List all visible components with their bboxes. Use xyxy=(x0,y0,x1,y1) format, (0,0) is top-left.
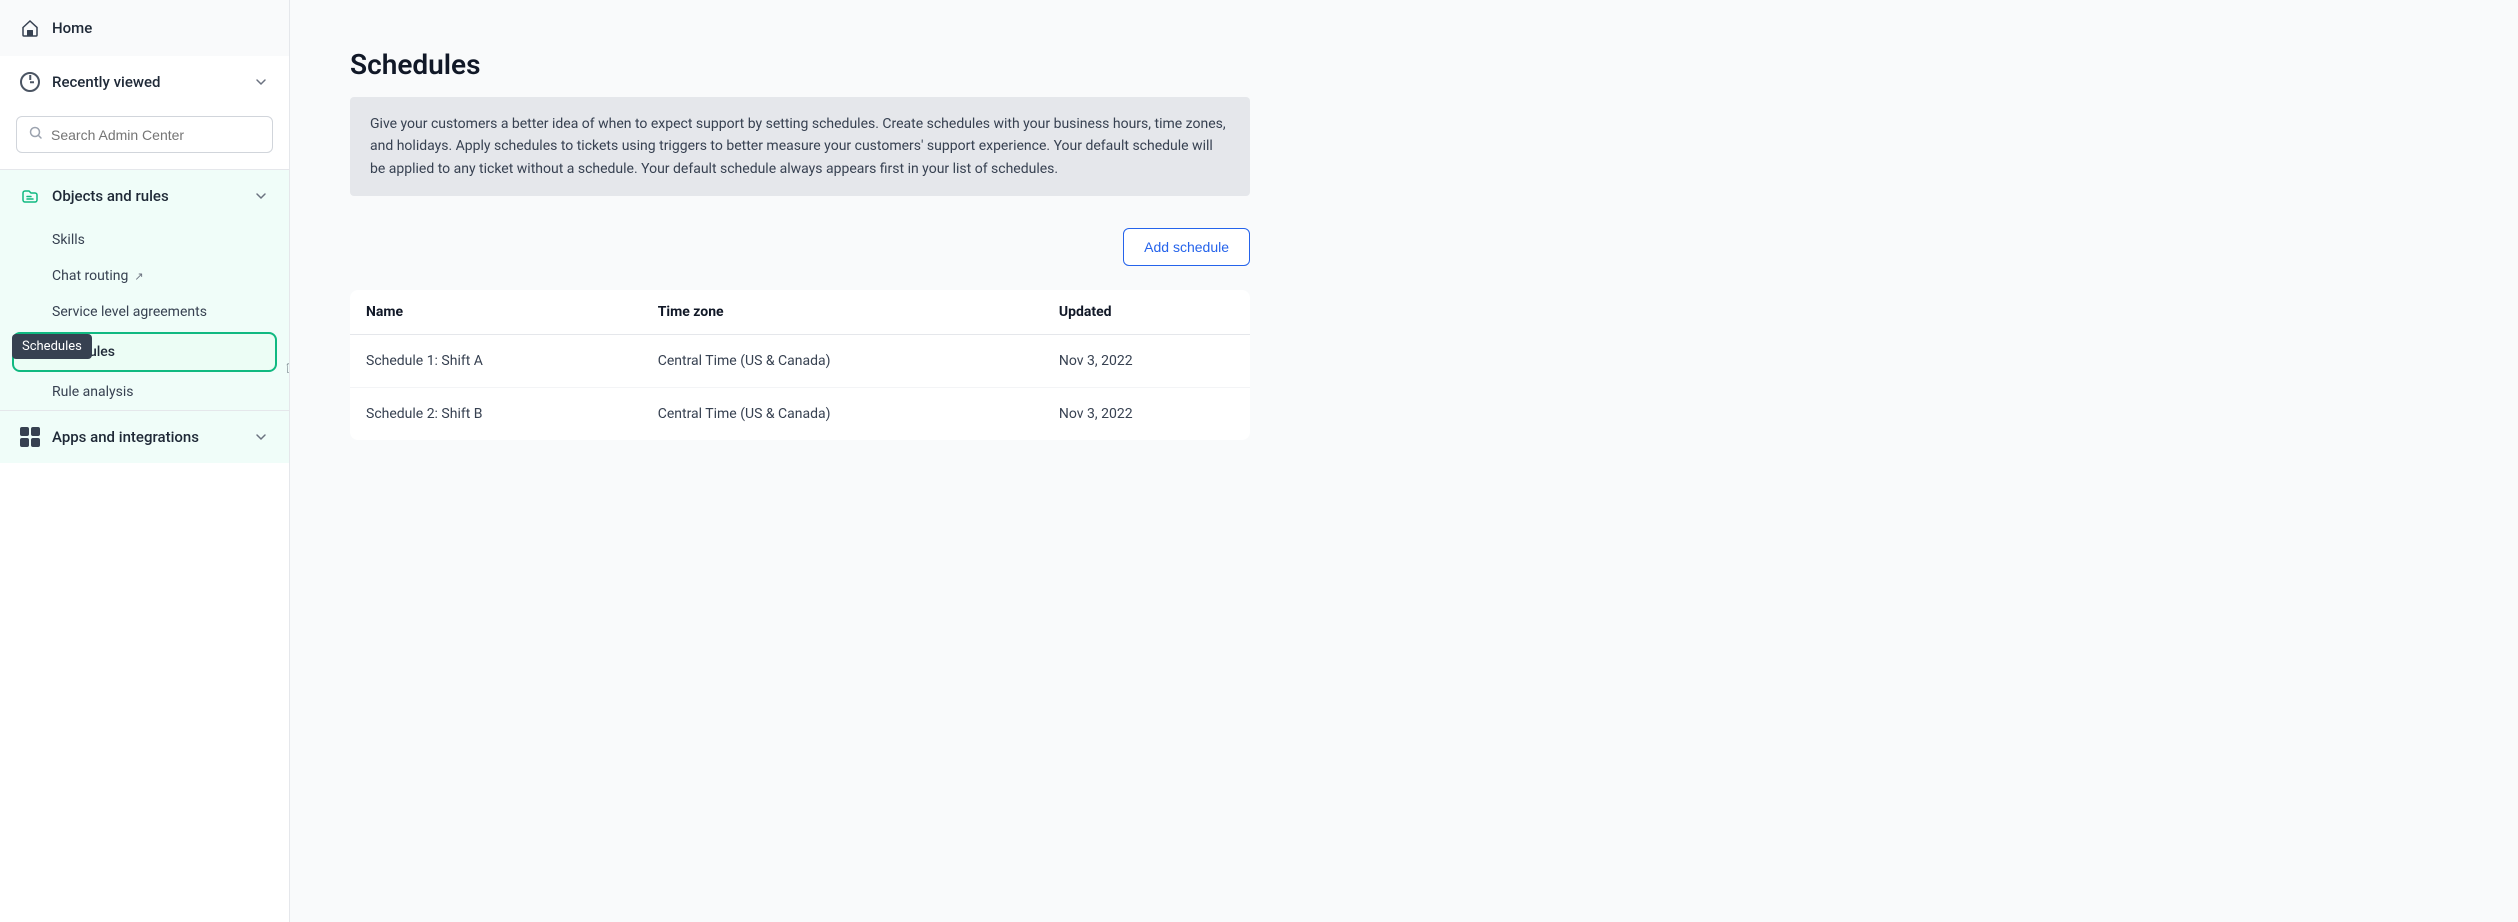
add-schedule-button[interactable]: Add schedule xyxy=(1123,228,1250,266)
service-level-label: Service level agreements xyxy=(52,304,207,320)
sidebar-item-skills[interactable]: Skills xyxy=(0,222,289,258)
apps-integrations-label: Apps and integrations xyxy=(52,428,199,446)
apps-icon xyxy=(20,427,40,447)
search-icon xyxy=(29,125,43,144)
objects-rules-label: Objects and rules xyxy=(52,187,169,205)
sidebar-item-rule-analysis[interactable]: Rule analysis xyxy=(0,374,289,410)
home-icon xyxy=(20,18,40,38)
main-content: Schedules Give your customers a better i… xyxy=(290,0,2518,922)
rule-analysis-label: Rule analysis xyxy=(52,384,134,400)
col-updated: Updated xyxy=(1043,290,1250,335)
schedules-tooltip: Schedules xyxy=(12,334,92,359)
search-box[interactable] xyxy=(16,116,273,153)
search-input[interactable] xyxy=(51,127,260,143)
sidebar-item-chat-routing[interactable]: Chat routing ↗ xyxy=(0,258,289,294)
toolbar: Add schedule xyxy=(350,228,1250,266)
cell-updated: Nov 3, 2022 xyxy=(1043,335,1250,388)
objects-rules-icon xyxy=(20,186,40,206)
objects-chevron-icon xyxy=(253,188,269,204)
page-title: Schedules xyxy=(350,48,2458,81)
page-description: Give your customers a better idea of whe… xyxy=(350,97,1250,196)
skills-label: Skills xyxy=(52,232,85,248)
sidebar-item-service-level[interactable]: Service level agreements xyxy=(0,294,289,330)
chat-routing-label: Chat routing xyxy=(52,268,128,284)
schedules-table: Name Time zone Updated Schedule 1: Shift… xyxy=(350,290,1250,440)
cell-timezone: Central Time (US & Canada) xyxy=(642,335,1043,388)
external-link-icon: ↗ xyxy=(134,270,143,283)
table-header-row: Name Time zone Updated xyxy=(350,290,1250,335)
recently-viewed-label: Recently viewed xyxy=(52,73,161,91)
col-name: Name xyxy=(350,290,642,335)
sidebar-apps-integrations-header[interactable]: Apps and integrations xyxy=(0,411,289,463)
cell-timezone: Central Time (US & Canada) xyxy=(642,388,1043,441)
sidebar-item-home[interactable]: Home xyxy=(0,0,289,56)
sidebar-recently-viewed[interactable]: Recently viewed xyxy=(0,56,289,108)
apps-chevron-icon xyxy=(253,429,269,445)
home-label: Home xyxy=(52,19,92,37)
chevron-down-icon xyxy=(253,74,269,90)
table-row[interactable]: Schedule 1: Shift A Central Time (US & C… xyxy=(350,335,1250,388)
cell-name: Schedule 2: Shift B xyxy=(350,388,642,441)
cell-name: Schedule 1: Shift A xyxy=(350,335,642,388)
sidebar-objects-rules-header[interactable]: Objects and rules xyxy=(0,170,289,222)
col-timezone: Time zone xyxy=(642,290,1043,335)
cell-updated: Nov 3, 2022 xyxy=(1043,388,1250,441)
objects-rules-section: Objects and rules Skills Chat routing ↗ … xyxy=(0,169,289,410)
sidebar: Home Recently viewed xyxy=(0,0,290,922)
table-row[interactable]: Schedule 2: Shift B Central Time (US & C… xyxy=(350,388,1250,441)
clock-icon xyxy=(20,72,40,92)
apps-integrations-section: Apps and integrations xyxy=(0,410,289,463)
